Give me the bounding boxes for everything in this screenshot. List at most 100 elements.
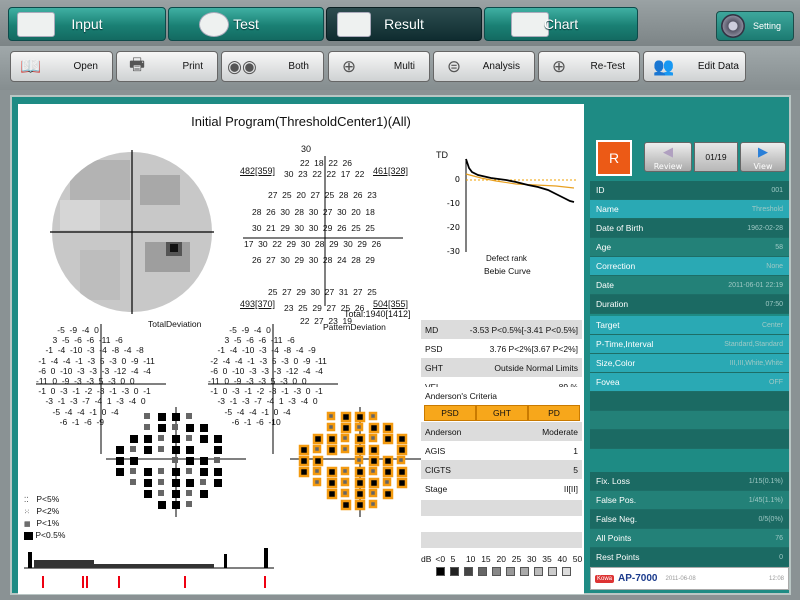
db-scale-tick: 40	[557, 554, 567, 564]
probability-symbol	[172, 457, 178, 463]
bebie-ytick-0: 0	[455, 175, 460, 184]
probability-symbol	[312, 455, 324, 467]
probability-symbol	[186, 424, 194, 432]
probability-symbol	[200, 479, 206, 485]
threshold-row: 23 25 29 27 25 26	[284, 303, 365, 313]
probability-symbol	[186, 457, 194, 465]
probability-symbol	[382, 433, 394, 445]
ght-row: GHT Outside Normal Limits	[421, 358, 582, 377]
print-button[interactable]: 🖶 Print	[116, 51, 218, 82]
info-row-p-time-interval: P-Time,Interval Standard,Standard	[590, 335, 789, 354]
defect-rank-label: Defect rank	[486, 254, 527, 263]
probability-symbol	[312, 444, 322, 454]
view-button[interactable]: ▶ View	[740, 142, 786, 172]
probability-symbol	[326, 433, 338, 445]
db-swatch	[562, 567, 571, 576]
multi-button[interactable]: ⊕ Multi	[328, 51, 430, 82]
info-row-fovea: Fovea OFF	[590, 373, 789, 392]
result-report: Initial Program(ThresholdCenter1)(All) T…	[18, 104, 584, 594]
info-row-rest-points: Rest Points 0	[590, 548, 789, 567]
criteria-ght: GHT	[476, 405, 528, 421]
db-swatch	[450, 567, 459, 576]
probability-symbol	[172, 413, 180, 421]
probability-symbol	[144, 446, 152, 454]
probability-symbol	[214, 468, 222, 476]
criteria-pd: PD	[528, 405, 580, 421]
probability-symbol	[186, 468, 192, 474]
probability-symbol	[354, 466, 366, 478]
probability-symbol	[214, 446, 222, 454]
probability-symbol	[326, 422, 336, 432]
analysis-button[interactable]: ⊜ Analysis	[433, 51, 535, 82]
tab-test[interactable]: Test	[168, 7, 324, 41]
eye-test-icon	[199, 12, 229, 37]
info-row-size-color: Size,Color III,III,White,White	[590, 354, 789, 373]
probability-symbol	[382, 466, 394, 478]
multi-field-icon: ⊕	[341, 56, 357, 76]
open-button[interactable]: 📖 Open	[10, 51, 113, 82]
probability-symbol	[130, 446, 136, 452]
total-deviation-probability-plot	[106, 407, 246, 517]
probability-symbol	[200, 490, 208, 498]
top-tab-bar: Input Test Result Chart Setting	[0, 0, 800, 46]
bebie-ytick-1: -10	[447, 199, 460, 208]
toolbar: 📖 Open 🖶 Print ◉◉ Both ⊕ Multi ⊜ Analysis ⊕ Re…	[0, 46, 800, 90]
probability-symbol	[144, 413, 150, 419]
probability-symbol	[172, 479, 180, 487]
probability-symbol	[354, 455, 364, 465]
report-title: Initial Program(ThresholdCenter1)(All)	[191, 114, 411, 129]
blank-row	[590, 411, 789, 430]
probability-symbol	[354, 499, 366, 511]
fixation-histogram	[24, 548, 274, 588]
view-arrow-icon: ▶	[758, 145, 768, 160]
probability-symbol	[382, 477, 392, 487]
probability-symbol	[298, 455, 310, 467]
probability-symbol	[312, 466, 322, 476]
probability-symbol	[116, 457, 124, 465]
probability-symbol	[214, 457, 220, 463]
tab-result[interactable]: Result	[326, 7, 482, 41]
threshold-row: 22 18 22 26	[300, 158, 352, 168]
edit-data-button[interactable]: 👥 Edit Data	[643, 51, 746, 82]
setting-button[interactable]: Setting	[716, 11, 794, 41]
retest-button[interactable]: ⊕ Re-Test	[538, 51, 640, 82]
probability-symbol	[158, 446, 164, 452]
cigts-row: CIGTS 5	[421, 460, 582, 479]
probability-symbol	[214, 435, 222, 443]
anderson-criteria-heading: Anderson's Criteria	[421, 387, 582, 404]
probability-symbol	[116, 446, 124, 454]
probability-symbol	[340, 499, 352, 511]
tab-input[interactable]: Input	[8, 7, 166, 41]
info-row-correction: Correction None	[590, 257, 789, 276]
both-button[interactable]: ◉◉ Both	[221, 51, 324, 82]
probability-symbol	[326, 477, 338, 489]
probability-symbol	[368, 499, 378, 509]
probability-symbol	[158, 435, 164, 441]
tab-chart[interactable]: Chart	[484, 7, 638, 41]
probability-symbol	[144, 424, 150, 430]
probability-symbol	[144, 490, 152, 498]
pen-icon	[17, 12, 55, 37]
probability-symbol	[158, 424, 166, 432]
probability-symbol	[368, 477, 380, 489]
probability-symbol	[200, 468, 208, 476]
db-scale-tick: 10	[465, 554, 476, 564]
review-button[interactable]: ◀ Review	[644, 142, 692, 172]
probability-symbol	[172, 501, 180, 509]
probability-symbol	[340, 477, 350, 487]
info-row-name: Name Threshold	[590, 200, 789, 219]
db-swatch	[492, 567, 501, 576]
db-swatch	[436, 567, 445, 576]
info-row-false-pos-: False Pos. 1/45(1.1%)	[590, 491, 789, 510]
probability-symbol	[340, 444, 350, 454]
probability-symbol	[312, 477, 322, 487]
probability-symbol	[368, 444, 380, 456]
info-row-duration: Duration 07:50	[590, 295, 789, 314]
blank-row-2	[421, 532, 582, 548]
psd-row: PSD 3.76 P<2%[3.67 P<2%]	[421, 339, 582, 358]
probability-symbol	[326, 411, 336, 421]
probability-symbol	[158, 479, 164, 485]
probability-symbol	[158, 501, 166, 509]
probability-symbol	[382, 488, 394, 500]
blank-row	[590, 392, 789, 411]
